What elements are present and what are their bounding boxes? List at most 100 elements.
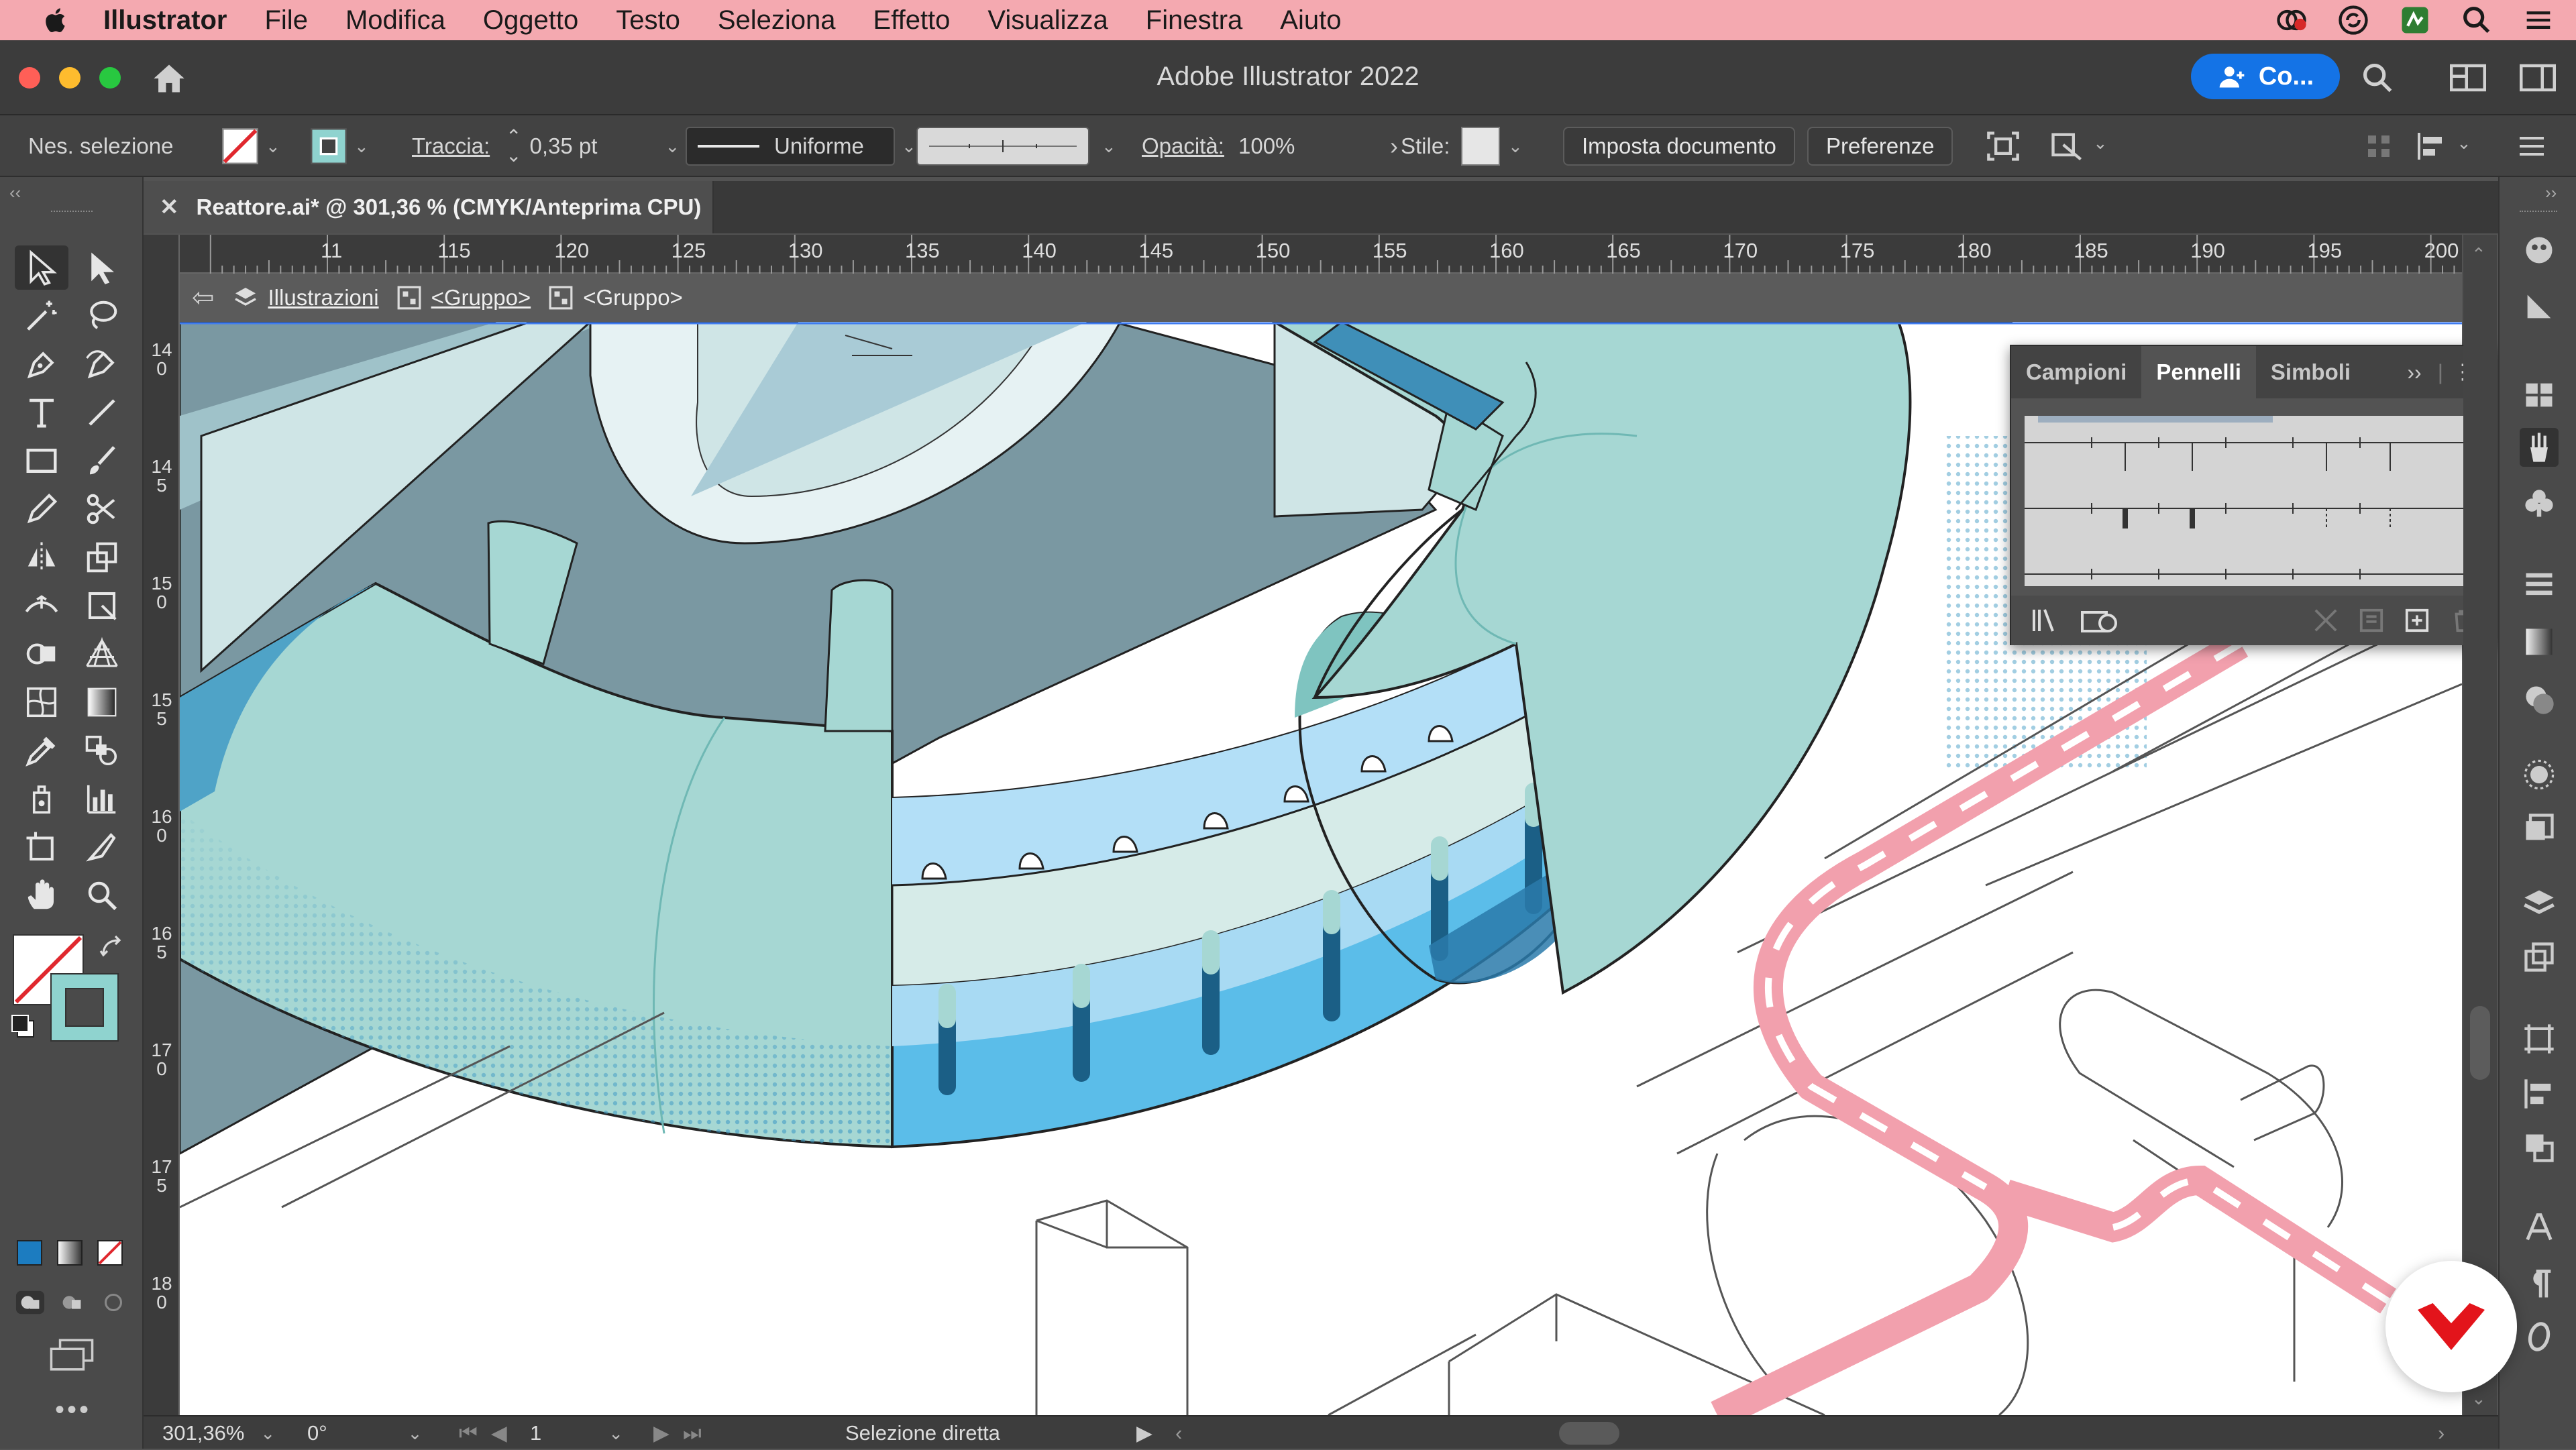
share-cloud-button[interactable]: Co... [2191, 54, 2340, 99]
lasso-tool[interactable] [75, 294, 129, 338]
prev-artboard-icon[interactable]: ◀ [491, 1421, 507, 1445]
dock-gradient[interactable] [2520, 622, 2559, 661]
collapse-tools-icon[interactable]: ‹‹ [9, 182, 21, 203]
column-graph-tool[interactable] [75, 777, 129, 821]
hand-tool[interactable] [15, 873, 68, 917]
panel-toggle-icon[interactable] [2520, 62, 2556, 94]
rotation-input[interactable]: 0° [307, 1421, 327, 1445]
spotlight-search-icon[interactable] [2459, 3, 2494, 38]
line-tool[interactable] [75, 390, 129, 435]
libraries-panel-icon[interactable] [2081, 606, 2118, 635]
rectangle-tool[interactable] [15, 439, 68, 483]
tab-pennelli[interactable]: Pennelli [2141, 346, 2256, 398]
vertical-scrollbar[interactable]: ⌃ ⌄ [2463, 235, 2497, 1415]
horizontal-ruler[interactable]: 11 115 120 125 130 135 140 145 150 155 160 165 170 17… [180, 235, 2462, 274]
dock-appearance[interactable] [2520, 755, 2559, 794]
graphic-style-swatch[interactable] [1461, 127, 1500, 166]
opacity-label[interactable]: Opacità: [1142, 115, 1224, 177]
mesh-tool[interactable] [15, 680, 68, 724]
reflect-tool[interactable] [15, 535, 68, 579]
magic-wand-tool[interactable] [15, 294, 68, 338]
apple-icon[interactable] [36, 5, 76, 35]
dock-paragraph[interactable] [2520, 1265, 2559, 1304]
dock-properties[interactable] [2520, 231, 2559, 270]
new-brush-icon[interactable] [2404, 608, 2430, 633]
scroll-down-icon[interactable]: ⌄ [2471, 1388, 2486, 1409]
chevron-down-icon[interactable]: ⌄ [902, 136, 916, 157]
opacity-input[interactable]: 100% [1234, 127, 1382, 166]
shape-builder-tool[interactable] [15, 632, 68, 676]
free-transform-tool[interactable] [75, 583, 129, 628]
current-tool-status[interactable]: Selezione diretta [845, 1416, 1000, 1450]
brush-library-icon[interactable] [2031, 607, 2061, 634]
draw-behind-icon[interactable] [56, 1289, 87, 1316]
vertical-scrollbar-thumb[interactable] [2470, 1006, 2490, 1080]
slice-tool[interactable] [75, 825, 129, 869]
menu-app-name[interactable]: Illustrator [103, 5, 227, 36]
menu-testo[interactable]: Testo [616, 5, 680, 36]
back-arrow-icon[interactable]: ⇦ [192, 282, 215, 313]
menu-list-icon[interactable] [2517, 133, 2546, 160]
artboard-dropdown-icon[interactable]: ⌄ [608, 1423, 623, 1444]
eyedropper-tool[interactable] [15, 728, 68, 773]
curvature-tool[interactable] [75, 342, 129, 386]
brush-list[interactable] [2025, 416, 2466, 586]
draw-inside-icon[interactable] [98, 1289, 129, 1316]
breadcrumb-group-2[interactable]: <Gruppo> [548, 285, 683, 311]
horizontal-scrollbar-thumb[interactable] [1559, 1422, 1619, 1445]
dock-symbols[interactable] [2520, 484, 2559, 523]
menu-file[interactable]: File [264, 5, 307, 36]
breadcrumb-layer[interactable]: Illustrazioni [232, 284, 379, 311]
dock-graphic-styles[interactable] [2520, 809, 2559, 848]
scissors-tool[interactable] [75, 487, 129, 531]
gradient-mode-icon[interactable] [56, 1239, 83, 1266]
align-grid-icon[interactable] [2365, 133, 2392, 160]
artboard-tool[interactable] [15, 825, 68, 869]
pencil-tool[interactable] [15, 487, 68, 531]
stroke-label[interactable]: Traccia: [412, 115, 490, 177]
tab-simboli[interactable]: Simboli [2256, 346, 2365, 398]
dock-brushes[interactable] [2520, 428, 2559, 467]
first-artboard-icon[interactable]: ⏮ [459, 1421, 478, 1446]
none-mode-icon[interactable] [97, 1239, 123, 1266]
menu-aiuto[interactable]: Aiuto [1280, 5, 1341, 36]
menu-modifica[interactable]: Modifica [345, 5, 445, 36]
isolate-selection-icon[interactable] [1986, 130, 2021, 162]
vertical-ruler[interactable]: 140 145 150 155 160 165 170 175 180 [144, 235, 180, 1415]
dock-transparency[interactable] [2520, 680, 2559, 719]
breadcrumb-item-gruppo-1[interactable]: <Gruppo> [431, 285, 531, 311]
zoom-dropdown-icon[interactable]: ⌄ [260, 1423, 275, 1444]
app-tray-icon[interactable] [2398, 3, 2432, 38]
scroll-right-icon[interactable]: › [2438, 1416, 2445, 1450]
edit-toolbar-icon[interactable]: ••• [55, 1395, 91, 1425]
dock-artboards[interactable] [2520, 938, 2559, 977]
align-left-icon[interactable] [2416, 131, 2449, 161]
workspace-layout-icon[interactable] [2450, 62, 2486, 94]
direct-selection-tool[interactable] [75, 245, 129, 290]
zoom-level-input[interactable]: 301,36% [162, 1421, 244, 1445]
sync-icon[interactable] [2336, 3, 2371, 38]
stroke-swatch-icon[interactable] [310, 127, 347, 165]
swap-fill-stroke-icon[interactable] [99, 934, 126, 960]
chevron-down-icon[interactable]: ⌄ [266, 136, 280, 157]
remove-stroke-icon[interactable] [2313, 608, 2339, 633]
scroll-up-icon[interactable]: ⌃ [2471, 244, 2486, 265]
toolbar-grip[interactable] [51, 211, 93, 215]
fill-swatch-control[interactable]: ⌄ [221, 115, 280, 177]
stroke-swatch-control[interactable]: ⌄ [310, 115, 369, 177]
zoom-tool[interactable] [75, 873, 129, 917]
breadcrumb-group-1[interactable]: <Gruppo> [396, 285, 531, 311]
chevron-down-icon[interactable]: ⌄ [2093, 133, 2108, 154]
fill-none-swatch-icon[interactable] [221, 127, 259, 165]
tab-campioni[interactable]: Campioni [2011, 346, 2141, 398]
document-setup-button[interactable]: Imposta documento [1563, 127, 1795, 166]
dock-opentype[interactable] [2520, 1317, 2559, 1356]
width-tool[interactable] [15, 583, 68, 628]
brush-definition-select[interactable] [916, 127, 1089, 166]
preferences-button[interactable]: Preferenze [1807, 127, 1953, 166]
panel-expand-icon[interactable]: ›› [2407, 360, 2421, 385]
menu-finestra[interactable]: Finestra [1146, 5, 1243, 36]
screen-mode-icon[interactable] [50, 1339, 94, 1371]
dock-libraries[interactable] [2520, 287, 2559, 326]
breadcrumb-item-illustrazioni[interactable]: Illustrazioni [268, 285, 379, 311]
